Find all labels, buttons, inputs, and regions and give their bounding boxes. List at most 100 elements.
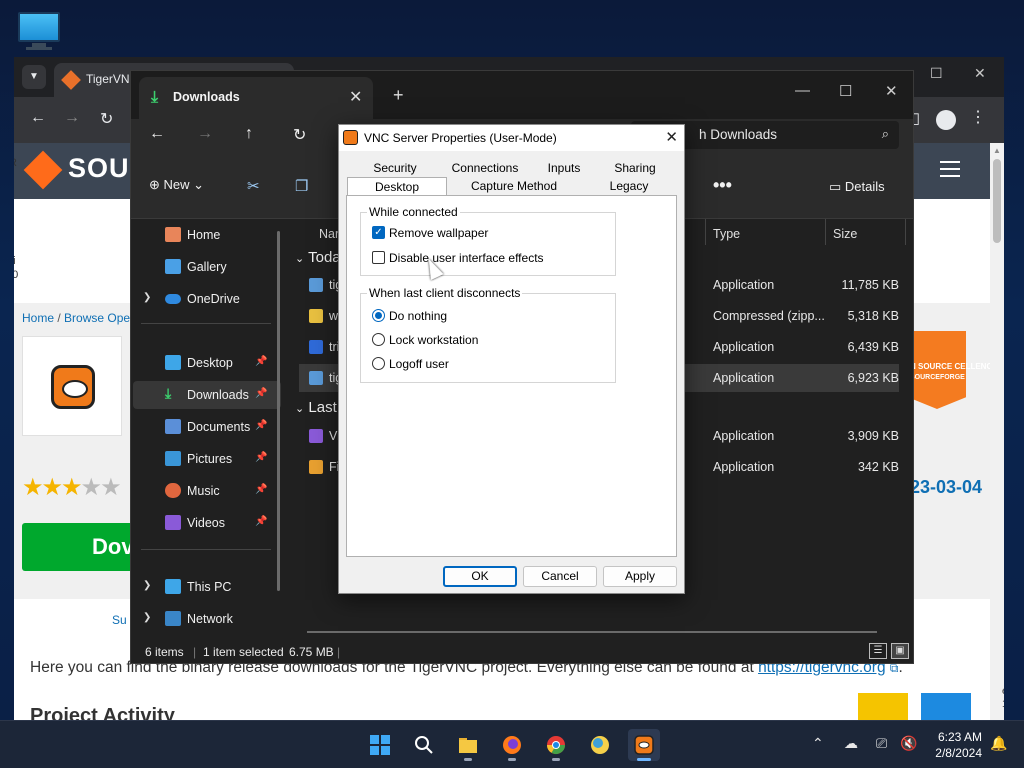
collapse-chevron-icon[interactable]: ⌄ <box>295 403 304 415</box>
download-button[interactable]: Dov <box>22 523 142 571</box>
pin-icon[interactable]: 📌 <box>255 452 267 463</box>
network-status-icon[interactable]: ⎚ <box>876 735 887 752</box>
back-icon[interactable]: ← <box>149 125 165 143</box>
tab-capture-method[interactable]: Capture Method <box>447 177 581 195</box>
new-button[interactable]: ⊕ New ⌄ <box>149 177 204 193</box>
details-view-icon[interactable]: ☰ <box>869 643 887 659</box>
file-explorer-taskbar-button[interactable] <box>452 729 484 761</box>
breadcrumb-home-link[interactable]: Home <box>22 311 54 325</box>
breadcrumb-browse-link[interactable]: Browse Oper <box>64 311 134 325</box>
tab-inputs[interactable]: Inputs <box>535 159 593 177</box>
pin-icon[interactable]: 📌 <box>255 420 267 431</box>
cut-icon[interactable]: ✂ <box>247 177 260 195</box>
column-header-type[interactable]: Type <box>713 227 740 241</box>
dialog-close-icon[interactable]: ✕ <box>665 128 678 146</box>
sidebar-item-network[interactable]: ❯ Network <box>133 605 281 633</box>
logoff-user-radio[interactable] <box>372 357 385 370</box>
scroll-up-icon[interactable]: ▲ <box>993 146 1001 155</box>
apply-button[interactable]: Apply <box>603 566 677 587</box>
do-nothing-radio[interactable] <box>372 309 385 322</box>
tigervnc-taskbar-button[interactable] <box>628 729 660 761</box>
this-pc-desktop-icon[interactable] <box>18 10 60 50</box>
onedrive-icon[interactable]: ☁ <box>844 735 858 752</box>
close-window-icon[interactable]: ✕ <box>885 82 898 100</box>
collapse-chevron-icon[interactable]: ⌄ <box>295 253 304 265</box>
tab-sharing[interactable]: Sharing <box>593 159 677 177</box>
notification-bell-icon[interactable]: 🔔 <box>990 735 1007 752</box>
profile-avatar-icon[interactable] <box>936 110 956 130</box>
tab-legacy[interactable]: Legacy <box>581 177 677 195</box>
forward-icon[interactable]: → <box>197 125 213 143</box>
volume-muted-icon[interactable]: 🔇 <box>900 735 917 752</box>
expand-chevron-icon[interactable]: ❯ <box>143 612 151 623</box>
rss-feed-icon[interactable] <box>921 693 971 720</box>
minimize-icon[interactable]: — <box>795 82 810 99</box>
remove-wallpaper-label[interactable]: Remove wallpaper <box>389 226 488 240</box>
refresh-icon[interactable]: ↻ <box>293 125 306 145</box>
column-header-size[interactable]: Size <box>833 227 857 241</box>
tab-connections[interactable]: Connections <box>435 159 535 177</box>
ok-button[interactable]: OK <box>443 566 517 587</box>
column-separator[interactable] <box>825 219 826 245</box>
start-button[interactable] <box>364 729 396 761</box>
pin-icon[interactable]: 📌 <box>255 388 267 399</box>
more-options-icon[interactable]: ••• <box>713 175 732 196</box>
feature-tile[interactable] <box>858 693 908 720</box>
tiles-view-icon[interactable]: ▣ <box>891 643 909 659</box>
expand-chevron-icon[interactable]: ❯ <box>143 292 151 303</box>
group-header-last[interactable]: ⌄ Last <box>295 399 337 416</box>
search-icon[interactable]: ⌕ <box>882 126 889 142</box>
expand-chevron-icon[interactable]: ❯ <box>143 580 151 591</box>
explorer-tab[interactable]: ⤓ Downloads ✕ <box>139 77 373 119</box>
browser-back-icon[interactable]: ← <box>30 109 46 127</box>
sidebar-item-pictures[interactable]: Pictures 📌 <box>133 445 281 473</box>
sidebar-item-onedrive[interactable]: ❯ OneDrive <box>133 285 281 313</box>
browser-maximize-icon[interactable]: ☐ <box>930 65 943 82</box>
app-taskbar-button[interactable] <box>584 729 616 761</box>
new-tab-icon[interactable]: + <box>393 85 404 106</box>
column-header-name[interactable]: Nar <box>319 227 339 241</box>
sidebar-item-documents[interactable]: Documents 📌 <box>133 413 281 441</box>
column-separator[interactable] <box>905 219 906 245</box>
clock[interactable]: 6:23 AM 2/8/2024 <box>926 729 982 761</box>
tab-security[interactable]: Security <box>355 159 435 177</box>
details-button[interactable]: ▭ Details <box>829 179 885 195</box>
do-nothing-label[interactable]: Do nothing <box>389 309 447 323</box>
logoff-user-label[interactable]: Logoff user <box>389 357 449 371</box>
up-icon[interactable]: ↑ <box>245 125 253 143</box>
cancel-button[interactable]: Cancel <box>523 566 597 587</box>
remove-wallpaper-checkbox[interactable]: ✓ <box>372 226 385 239</box>
disable-ui-effects-checkbox[interactable] <box>372 251 385 264</box>
tab-desktop[interactable]: Desktop <box>347 177 447 196</box>
subscribe-link[interactable]: Su <box>112 613 127 627</box>
sidebar-item-downloads[interactable]: ⤓ Downloads 📌 <box>133 381 281 409</box>
sidebar-item-gallery[interactable]: Gallery <box>133 253 281 281</box>
lock-workstation-radio[interactable] <box>372 333 385 346</box>
maximize-icon[interactable]: ☐ <box>839 82 852 100</box>
column-separator[interactable] <box>705 219 706 245</box>
scrollbar-thumb[interactable] <box>993 159 1001 243</box>
horizontal-scrollbar[interactable] <box>307 631 877 633</box>
pin-icon[interactable]: 📌 <box>255 356 267 367</box>
search-button[interactable] <box>408 729 440 761</box>
browser-menu-icon[interactable]: ⋮ <box>970 107 986 127</box>
close-tab-icon[interactable]: ✕ <box>349 87 362 107</box>
tab-search-button[interactable]: ▼ <box>22 65 46 89</box>
copy-icon[interactable]: ❐ <box>295 177 308 195</box>
show-hidden-icons-chevron-icon[interactable]: ⌃ <box>812 735 824 752</box>
sidebar-item-this-pc[interactable]: ❯ This PC <box>133 573 281 601</box>
disable-ui-effects-label[interactable]: Disable user interface effects <box>389 251 544 265</box>
pin-icon[interactable]: 📌 <box>255 516 267 527</box>
sidebar-item-music[interactable]: Music 📌 <box>133 477 281 505</box>
browser-scrollbar[interactable]: ▲ <box>990 143 1004 720</box>
lock-workstation-label[interactable]: Lock workstation <box>389 333 478 347</box>
sourceforge-logo-icon[interactable] <box>23 150 63 190</box>
chrome-taskbar-button[interactable] <box>540 729 572 761</box>
browser-close-icon[interactable]: ✕ <box>974 65 986 82</box>
pin-icon[interactable]: 📌 <box>255 484 267 495</box>
firefox-taskbar-button[interactable] <box>496 729 528 761</box>
hamburger-menu-icon[interactable] <box>940 161 960 177</box>
sidebar-item-desktop[interactable]: Desktop 📌 <box>133 349 281 377</box>
group-header-today[interactable]: ⌄ Toda <box>295 249 341 266</box>
sidebar-scrollbar[interactable] <box>277 231 280 591</box>
